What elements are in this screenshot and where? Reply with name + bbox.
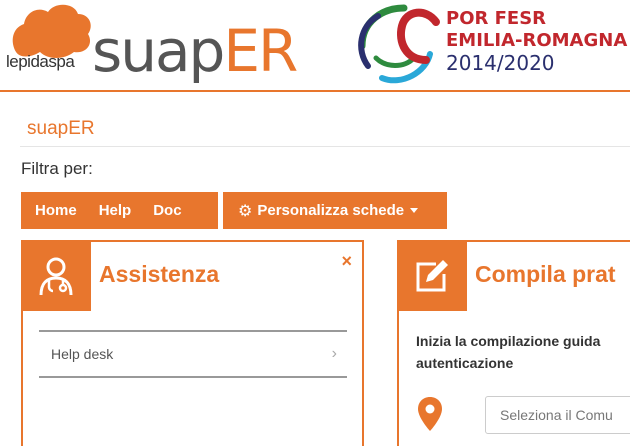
fesr-logo-text: POR FESR EMILIA-ROMAGNA 2014/2020 — [446, 8, 628, 75]
assistenza-card: Assistenza × Help desk › — [21, 240, 364, 446]
customize-label: Personalizza schede — [257, 202, 405, 219]
assistenza-title: Assistenza — [99, 261, 220, 287]
customize-cards-dropdown[interactable]: ⚙ Personalizza schede — [223, 192, 447, 229]
map-pin-icon — [418, 397, 442, 431]
nav-home-link[interactable]: Home — [35, 202, 77, 219]
gear-icon: ⚙ — [238, 202, 253, 220]
help-desk-item[interactable]: Help desk › — [39, 332, 347, 376]
compila-description: Inizia la compilazione guida autenticazi… — [416, 333, 601, 371]
edit-icon — [397, 240, 467, 311]
comune-select[interactable]: Seleziona il Comu — [485, 396, 630, 434]
filter-label: Filtra per: — [21, 159, 93, 178]
nav-doc-link[interactable]: Doc — [153, 202, 181, 219]
caret-down-icon — [410, 208, 419, 213]
title-divider — [20, 146, 630, 147]
page-title: suapER — [27, 118, 95, 139]
main-nav: Home Help Doc — [21, 192, 218, 229]
list-divider-bottom — [39, 376, 347, 378]
nav-help-link[interactable]: Help — [99, 202, 132, 219]
fesr-logo-icon — [358, 4, 440, 84]
site-header: lepidaspa suapER POR FESR EMILIA-ROMAGNA… — [0, 0, 630, 92]
chevron-right-icon: › — [331, 345, 337, 362]
compila-title: Compila prat — [475, 261, 616, 287]
doctor-icon — [21, 240, 91, 311]
lepida-logo-text: lepidaspa — [6, 52, 75, 71]
compila-card: Compila prat Inizia la compilazione guid… — [397, 240, 630, 446]
suaper-logo: suapER — [92, 17, 298, 85]
close-icon[interactable]: × — [341, 251, 352, 272]
help-desk-label: Help desk — [51, 346, 114, 362]
